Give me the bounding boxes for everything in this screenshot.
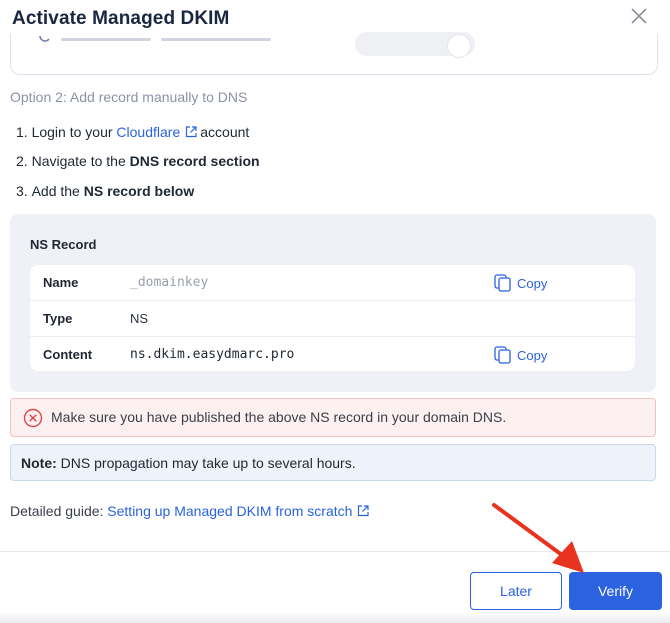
step-3: 3. Add the NS record below: [16, 176, 260, 206]
step-bold-text: DNS record section: [129, 153, 260, 170]
note-alert: Note: DNS propagation may take up to sev…: [10, 444, 656, 481]
option2-heading: Option 2: Add record manually to DNS: [10, 89, 248, 105]
guide-label: Detailed guide:: [10, 503, 104, 519]
note-label: Note:: [21, 455, 57, 471]
row-value: _domainkey: [130, 275, 209, 290]
clipped-text: [61, 38, 151, 41]
step-number: 1.: [16, 123, 28, 140]
ns-row-content: Content ns.dkim.easydmarc.pro Copy: [30, 337, 635, 371]
external-link-icon[interactable]: [185, 126, 197, 138]
ns-row-type: Type NS: [30, 301, 635, 337]
row-value: ns.dkim.easydmarc.pro: [130, 347, 295, 362]
row-label: Name: [43, 275, 79, 290]
copy-content-button[interactable]: Copy: [494, 346, 547, 364]
verify-button[interactable]: Verify: [569, 572, 662, 610]
later-button[interactable]: Later: [470, 572, 562, 610]
error-text: Make sure you have published the above N…: [51, 409, 507, 425]
row-label: Type: [43, 311, 73, 326]
step-text: Add the: [31, 182, 80, 199]
toggle-knob[interactable]: [447, 34, 471, 58]
cloudflare-link[interactable]: Cloudflare: [116, 124, 180, 140]
step-2: 2. Navigate to the DNS record section: [16, 147, 260, 177]
ns-record-table: Name _domainkey Copy Type NS Content ns.…: [30, 265, 635, 371]
step-text: Login to your: [31, 123, 113, 140]
copy-label[interactable]: Copy: [517, 348, 547, 363]
external-link-icon[interactable]: [357, 505, 370, 517]
annotation-arrow-icon: [492, 503, 584, 573]
dialog-title: Activate Managed DKIM: [12, 8, 230, 29]
ns-record-panel: NS Record Name _domainkey Copy Type NS C…: [10, 214, 656, 392]
copy-icon: [494, 346, 511, 364]
row-value: NS: [130, 311, 149, 326]
step-number: 3.: [16, 182, 28, 199]
guide-link[interactable]: Setting up Managed DKIM from scratch: [107, 503, 352, 519]
step-text: account: [200, 123, 250, 140]
option1-card-partial: [10, 32, 658, 75]
bottom-shadow: [0, 612, 670, 623]
copy-label[interactable]: Copy: [517, 276, 547, 291]
error-alert: Make sure you have published the above N…: [10, 398, 656, 437]
step-1: 1. Login to your Cloudflare account: [16, 117, 260, 147]
ns-record-title: NS Record: [30, 237, 97, 252]
detailed-guide: Detailed guide: Setting up Managed DKIM …: [10, 503, 372, 519]
step-number: 2.: [16, 153, 28, 170]
clipped-text: [161, 38, 271, 41]
copy-name-button[interactable]: Copy: [494, 274, 547, 292]
close-icon[interactable]: [630, 7, 648, 25]
ns-row-name: Name _domainkey Copy: [30, 265, 635, 301]
row-label: Content: [43, 347, 93, 362]
step-bold-text: NS record below: [83, 182, 195, 199]
copy-icon: [494, 274, 511, 292]
search-icon: [39, 36, 50, 42]
footer-divider: [0, 551, 670, 552]
note-text: Note: DNS propagation may take up to sev…: [21, 455, 356, 471]
steps-list: 1. Login to your Cloudflare account 2. Na…: [16, 117, 260, 206]
step-text: Navigate to the: [31, 153, 126, 170]
error-circle-icon: [23, 408, 43, 428]
note-body: DNS propagation may take up to several h…: [60, 455, 356, 471]
